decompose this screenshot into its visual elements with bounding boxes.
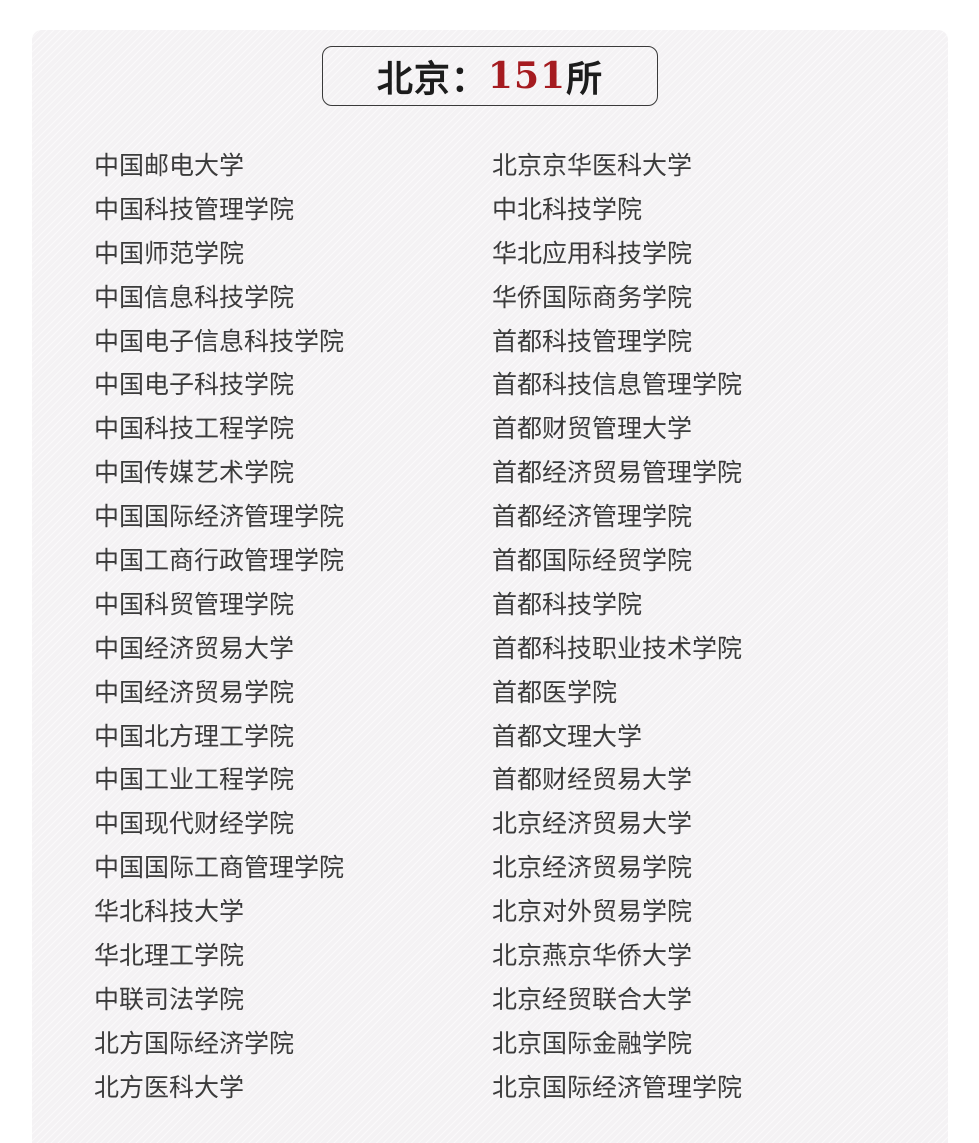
right-column-list: 北京京华医科大学 中北科技学院 华北应用科技学院 华侨国际商务学院 首都科技管理学院 首都… xyxy=(492,144,742,1110)
list-item: 中国经济贸易大学 xyxy=(94,633,295,663)
list-item: 华北科技大学 xyxy=(94,897,245,927)
list-item: 首都经济贸易管理学院 xyxy=(492,458,743,488)
left-column-list: 中国邮电大学中国科技管理学院 中国师范学院中国信息科技学院中国电子信息科技学院 中国… xyxy=(94,144,344,1110)
list-item: 中国经济贸易学院 xyxy=(94,677,295,707)
list-item: 中联司法学院 xyxy=(94,984,245,1014)
list-item: 中国科贸管理学院 xyxy=(94,589,295,619)
list-item: 首都文理大学 xyxy=(492,721,643,751)
list-item: 北京经济贸易大学 xyxy=(492,809,693,839)
list-item: 北京京华医科大学 xyxy=(492,151,693,180)
list-item: 北京国际经济管理学院 xyxy=(492,1072,743,1102)
list-item: 华北应用科技学院 xyxy=(492,238,693,268)
title-unit: 所 xyxy=(566,58,604,100)
list-item: 中国工业工程学院 xyxy=(94,765,295,795)
list-item: 中国科技工程学院 xyxy=(94,414,295,444)
list-item: 中国现代财经学院 xyxy=(94,809,295,839)
list-item: 首都科技职业技术学院 xyxy=(492,633,743,663)
list-item: 中国邮电大学 xyxy=(94,151,245,180)
list-item: 中国科技管理学院 xyxy=(94,194,295,224)
list-item: 中国电子信息科技学院 xyxy=(94,326,345,356)
list-item: 中国传媒艺术学院 xyxy=(94,458,295,488)
list-item: 中国师范学院 xyxy=(94,238,245,268)
list-item: 中国国际经济管理学院 xyxy=(94,502,345,532)
list-item: 华北理工学院 xyxy=(94,941,245,971)
list-item: 首都国际经贸学院 xyxy=(492,546,693,576)
list-item: 北京对外贸易学院 xyxy=(492,897,693,927)
list-card: 北京： 151 所 中国邮电大学 中国科技管理学院 中国师范学院 中国信息科技学院 中国电子… xyxy=(32,30,948,1143)
list-item: 中国电子科技学院 xyxy=(94,370,295,400)
list-item: 北京经贸联合大学 xyxy=(492,984,693,1014)
list-item: 首都科技学院 xyxy=(492,589,643,619)
list-item: 首都科技管理学院 xyxy=(492,326,693,356)
list-item: 华侨国际商务学院 xyxy=(492,282,693,312)
title-region: 北京： xyxy=(376,58,488,100)
list-item: 北方医科大学 xyxy=(94,1072,245,1102)
list-item: 北京经济贸易学院 xyxy=(492,853,693,883)
list-item: 北方国际经济学院 xyxy=(94,1028,295,1058)
page-title: 北京： 151 所 xyxy=(322,46,658,106)
list-item: 北京国际金融学院 xyxy=(492,1028,693,1058)
list-item: 中国国际工商管理学院 xyxy=(94,853,345,883)
list-item: 首都科技信息管理学院 xyxy=(492,370,743,400)
list-item: 首都财经贸易大学 xyxy=(492,765,693,795)
title-count: 151 xyxy=(487,55,567,97)
list-item: 首都医学院 xyxy=(492,677,618,707)
list-item: 首都财贸管理大学 xyxy=(492,414,693,444)
list-item: 中国工商行政管理学院 xyxy=(94,546,345,576)
list-item: 北京燕京华侨大学 xyxy=(492,941,693,971)
list-item: 中国信息科技学院 xyxy=(94,282,295,312)
list-item: 首都经济管理学院 xyxy=(492,502,693,532)
list-item: 中国北方理工学院 xyxy=(94,721,295,751)
list-item: 中北科技学院 xyxy=(492,194,643,224)
